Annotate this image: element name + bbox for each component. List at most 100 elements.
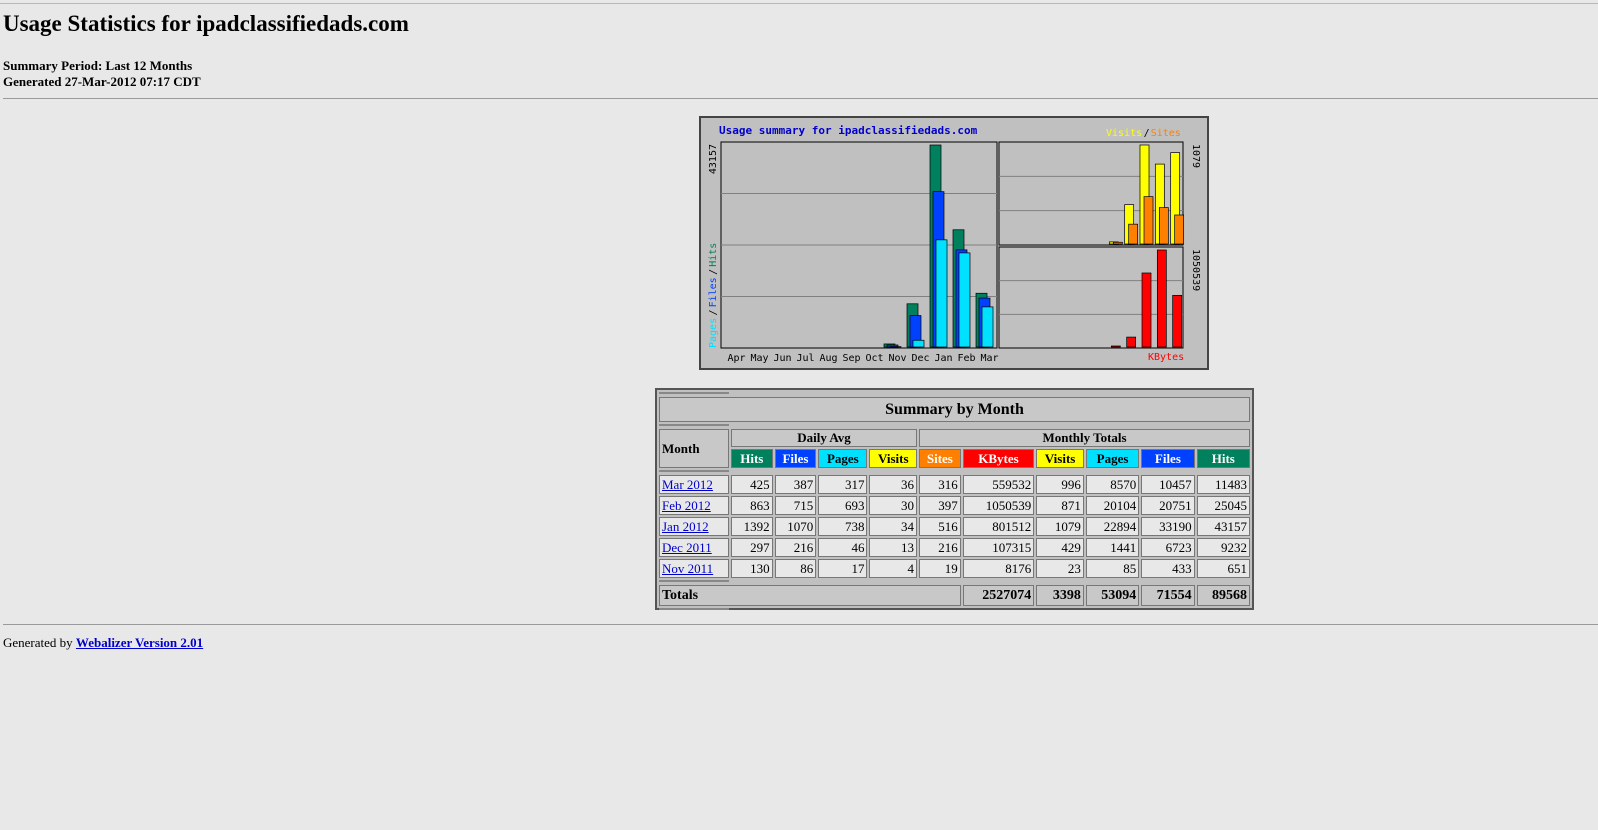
total-cell: 3398 — [1036, 585, 1084, 606]
value-cell: 22894 — [1085, 517, 1140, 536]
value-cell: 516 — [919, 517, 961, 536]
bar-kbytes — [1172, 294, 1183, 348]
header-divider — [3, 98, 1598, 99]
value-cell: 715 — [774, 496, 817, 515]
month-link[interactable]: Nov 2011 — [662, 561, 713, 576]
value-cell: 8570 — [1085, 475, 1140, 494]
right-bottom-legend: KBytes — [1148, 352, 1184, 363]
chart-title: Usage summary for ipadclassifiedads.com — [719, 124, 978, 137]
bar-kbytes — [1110, 345, 1121, 348]
top-rule — [0, 3, 1598, 4]
bar-sites — [1158, 207, 1169, 245]
bar-pages — [981, 306, 994, 348]
right-bottom-max-label: 1050539 — [1190, 249, 1201, 291]
value-cell: 559532 — [962, 475, 1035, 494]
table-row: Dec 2011 297 216 46 13 216 107315 429 1441 6723 92… — [659, 538, 1250, 557]
summary-period: Summary Period: Last 12 Months — [3, 58, 193, 73]
month-label: May — [750, 353, 768, 364]
right-top-legend-part: / — [1144, 128, 1150, 139]
value-cell: 1441 — [1085, 538, 1140, 557]
month-cell: Jan 2012 — [659, 517, 729, 536]
bar-pages — [958, 252, 971, 348]
value-cell: 4 — [869, 559, 918, 578]
total-cell: 53094 — [1085, 585, 1140, 606]
month-link[interactable]: Feb 2012 — [662, 498, 711, 513]
value-cell: 216 — [774, 538, 817, 557]
page-title: Usage Statistics for ipadclassifiedads.c… — [3, 11, 409, 36]
total-cell: 89568 — [1196, 585, 1250, 606]
value-cell: 433 — [1141, 559, 1195, 578]
table-spacer — [659, 470, 729, 473]
right-top-legend-part: Visits — [1106, 128, 1142, 139]
daily-avg-header: Daily Avg — [731, 429, 918, 447]
value-cell: 216 — [919, 538, 961, 557]
total-cell: 71554 — [1141, 585, 1195, 606]
value-cell: 11483 — [1196, 475, 1250, 494]
value-cell: 1070 — [774, 517, 817, 536]
table-spacer — [659, 392, 729, 395]
value-cell: 863 — [731, 496, 773, 515]
bar-sites — [1128, 223, 1139, 245]
month-link[interactable]: Mar 2012 — [662, 477, 713, 492]
value-cell: 17 — [818, 559, 868, 578]
month-label: Jan — [934, 353, 952, 364]
table-spacer — [659, 424, 729, 427]
value-cell: 871 — [1036, 496, 1084, 515]
value-cell: 1050539 — [962, 496, 1035, 515]
value-cell: 996 — [1036, 475, 1084, 494]
value-cell: 85 — [1085, 559, 1140, 578]
value-cell: 43157 — [1196, 517, 1250, 536]
value-cell: 86 — [774, 559, 817, 578]
month-label: Sep — [842, 353, 860, 364]
month-cell: Nov 2011 — [659, 559, 729, 578]
col-header-kbytes: KBytes — [962, 449, 1035, 468]
value-cell: 387 — [774, 475, 817, 494]
month-link[interactable]: Dec 2011 — [662, 540, 712, 555]
month-label: Dec — [911, 353, 929, 364]
month-label: Mar — [980, 353, 998, 364]
value-cell: 25045 — [1196, 496, 1250, 515]
chart-panel-2 — [998, 246, 1184, 349]
left-axis-label-part: Files — [708, 277, 719, 307]
footer-divider — [3, 624, 1598, 625]
generated-date: Generated 27-Mar-2012 07:17 CDT — [3, 74, 201, 89]
value-cell: 801512 — [962, 517, 1035, 536]
bar-sites — [1112, 241, 1123, 245]
value-cell: 20751 — [1141, 496, 1195, 515]
bar-kbytes — [1126, 336, 1137, 348]
value-cell: 425 — [731, 475, 773, 494]
left-axis-label-part: Pages — [708, 318, 719, 348]
month-label: Nov — [888, 353, 906, 364]
bar-kbytes — [1141, 272, 1152, 348]
col-header-pages: Pages — [818, 449, 868, 468]
value-cell: 297 — [731, 538, 773, 557]
value-cell: 9232 — [1196, 538, 1250, 557]
right-top-max-label: 1079 — [1190, 144, 1201, 168]
month-label: Feb — [957, 353, 975, 364]
left-axis-label-part: / — [708, 309, 719, 315]
month-cell: Mar 2012 — [659, 475, 729, 494]
col-header-files: Files — [774, 449, 817, 468]
value-cell: 13 — [869, 538, 918, 557]
col-header-sites: Sites — [919, 449, 961, 468]
usage-chart-svg: Usage summary for ipadclassifiedads.com4… — [708, 124, 1201, 364]
table-row: Jan 2012 1392 1070 738 34 516 801512 1079 22894 3… — [659, 517, 1250, 536]
monthly-totals-header: Monthly Totals — [919, 429, 1250, 447]
value-cell: 10457 — [1141, 475, 1195, 494]
month-link[interactable]: Jan 2012 — [662, 519, 709, 534]
value-cell: 34 — [869, 517, 918, 536]
month-label: Aug — [819, 353, 837, 364]
col-header-pages: Pages — [1085, 449, 1140, 468]
value-cell: 6723 — [1141, 538, 1195, 557]
col-header-visits: Visits — [1036, 449, 1084, 468]
webalizer-link[interactable]: Webalizer Version 2.01 — [76, 635, 203, 650]
value-cell: 316 — [919, 475, 961, 494]
summary-by-month-table: Summary by Month Month Daily Avg Monthly… — [655, 388, 1254, 610]
value-cell: 46 — [818, 538, 868, 557]
value-cell: 20104 — [1085, 496, 1140, 515]
value-cell: 23 — [1036, 559, 1084, 578]
month-label: Jun — [773, 353, 791, 364]
value-cell: 693 — [818, 496, 868, 515]
value-cell: 107315 — [962, 538, 1035, 557]
value-cell: 317 — [818, 475, 868, 494]
